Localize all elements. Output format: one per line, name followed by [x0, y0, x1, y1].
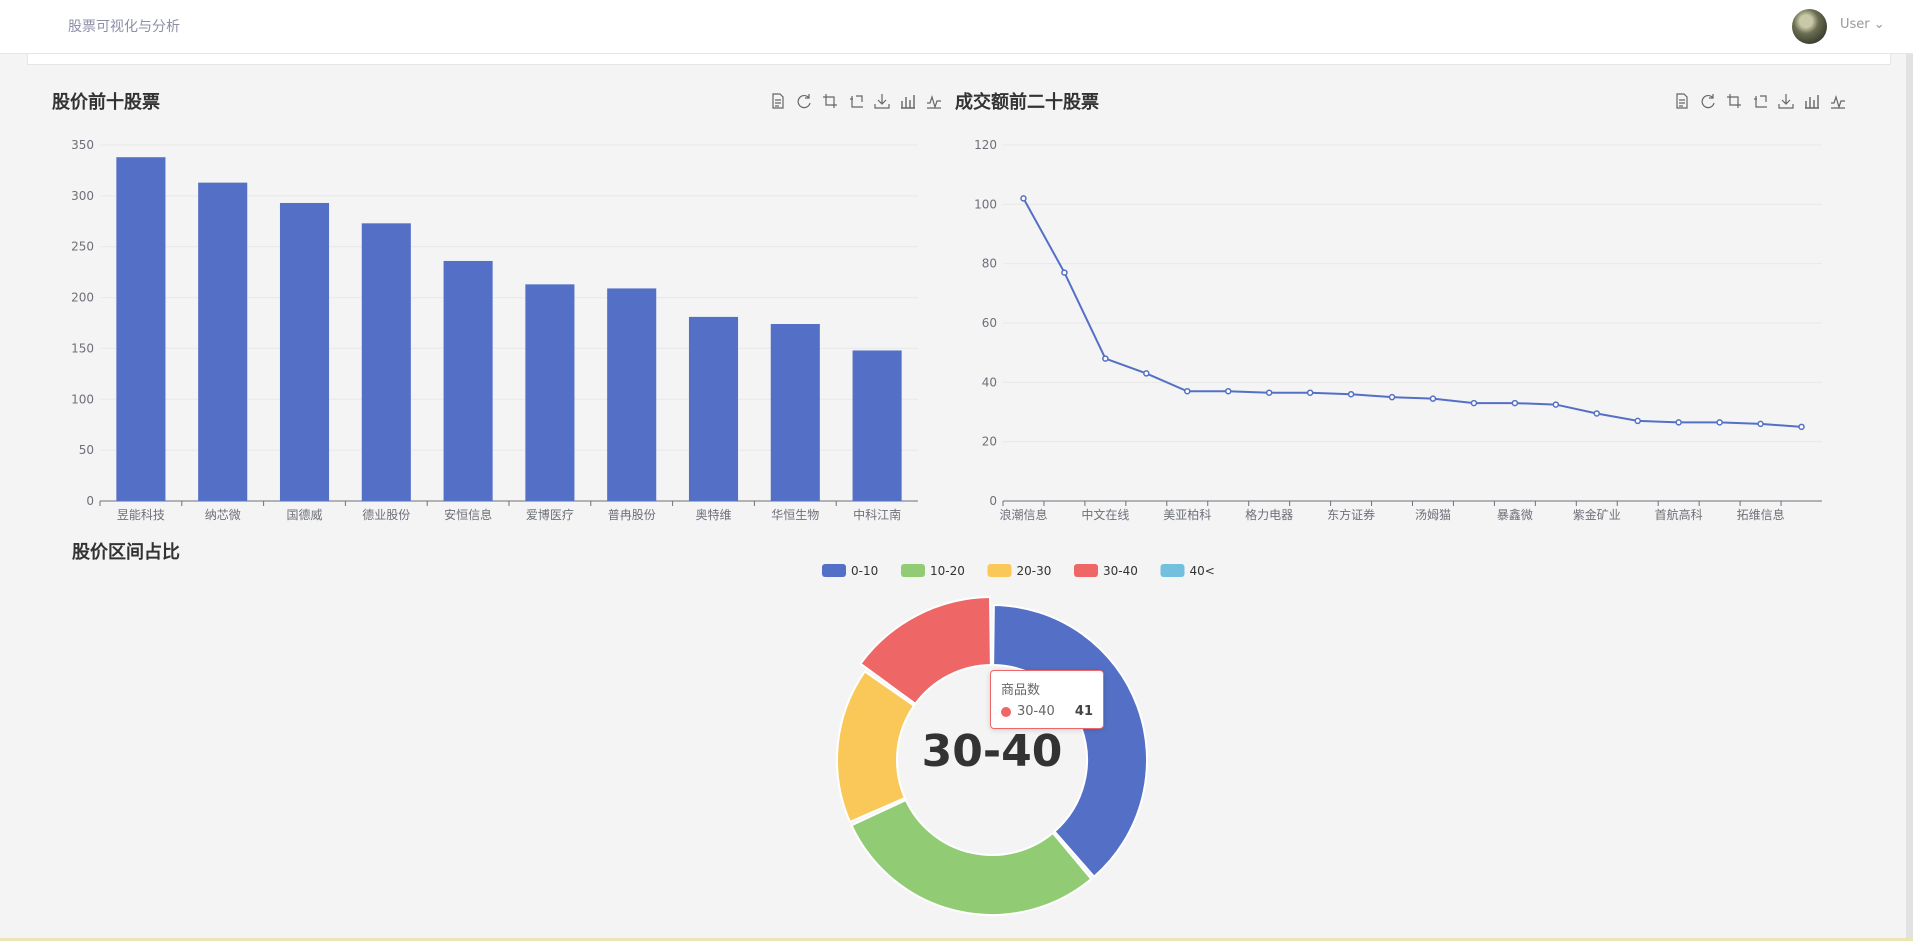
- tooltip-item-name: 30-40: [1017, 704, 1055, 719]
- pie-slice: [850, 799, 1093, 916]
- legend-swatch: [822, 564, 846, 577]
- pie-center-label: 30-40: [921, 726, 1063, 777]
- tooltip-series-name: 商品数: [1001, 683, 1041, 698]
- tooltip-item-value: 41: [1074, 704, 1093, 719]
- legend-label: 30-40: [1103, 564, 1138, 578]
- legend-label: 40<: [1190, 564, 1215, 578]
- legend-label: 0-10: [851, 564, 878, 578]
- legend-label: 10-20: [930, 564, 965, 578]
- legend-swatch: [901, 564, 925, 577]
- legend-label: 20-30: [1017, 564, 1052, 578]
- tooltip-color-dot: [1001, 706, 1011, 717]
- legend-swatch: [1160, 564, 1185, 577]
- legend-swatch: [987, 564, 1012, 577]
- pie-chart: 0-10 10-20 20-30 30-40 40<: [822, 564, 1215, 916]
- tooltip-row: 30-40 41: [1001, 704, 1093, 719]
- pie-tooltip: 商品数 30-40 41: [990, 670, 1104, 729]
- legend-swatch: [1074, 564, 1098, 577]
